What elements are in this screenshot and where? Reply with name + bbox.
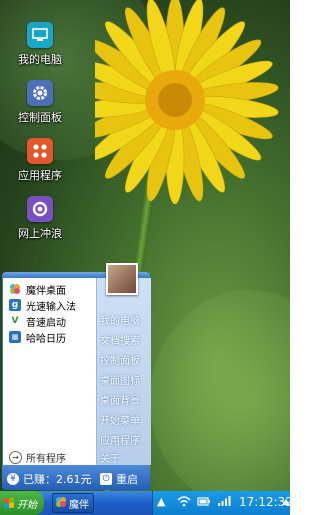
system-tray: ▲ 17:12:32 — [152, 491, 290, 515]
taskbar-app-label: 魔伴 — [69, 499, 89, 511]
desktop-icon-web-surfing[interactable]: 网上冲浪 — [10, 196, 70, 241]
right-item-applications[interactable]: 应用程序 — [100, 432, 140, 447]
desktop-icon-control-panel[interactable]: 控制面板 — [10, 80, 70, 125]
menu-item-haha-calendar[interactable]: ▦ 哈哈日历 — [9, 329, 66, 345]
start-menu: 魔伴桌面 g 光速输入法 V 音速启动 ▦ 哈哈日历 → 所有程序 我的电脑 文… — [2, 263, 151, 490]
menu-item-label: 音速启动 — [26, 317, 66, 329]
menu-item-label: 魔伴桌面 — [26, 285, 66, 297]
flower-core — [158, 83, 192, 117]
power-icon: ⏻ — [100, 473, 112, 485]
right-item-my-computer[interactable]: 我的电脑 — [100, 312, 140, 327]
menu-item-sonic-launch[interactable]: V 音速启动 — [9, 313, 66, 329]
arrow-right-icon: → — [9, 451, 22, 464]
battery-icon[interactable] — [197, 495, 211, 510]
calendar-icon: ▦ — [9, 331, 21, 343]
desktop-screen: 我的电脑 控制面板 应用程序 网上冲浪 魔伴桌面 g 光速输入法 V 音速启动 … — [0, 0, 290, 515]
right-item-control-panel[interactable]: 控制面板 — [100, 352, 140, 367]
taskbar: 开始 魔伴 ▲ 17:12:32 — [0, 491, 290, 515]
start-menu-footer: ¥ 已赚：2.61元 ⏻ 重启 — [2, 465, 150, 490]
all-programs-button[interactable]: → 所有程序 — [9, 450, 66, 465]
desktop-icon-applications[interactable]: 应用程序 — [10, 138, 70, 183]
pinwheel-icon — [9, 283, 21, 295]
right-item-desktop-background[interactable]: 桌面背景 — [100, 392, 140, 407]
menu-item-label: 光速输入法 — [26, 301, 76, 313]
menu-item-lightspeed-input[interactable]: g 光速输入法 — [9, 297, 76, 313]
desktop-icon-label: 网上冲浪 — [18, 227, 62, 240]
gear-icon — [27, 80, 53, 106]
windows-logo-icon — [4, 497, 14, 509]
restart-button[interactable]: ⏻ 重启 — [100, 471, 138, 487]
earnings-label: 已赚：2.61元 — [23, 473, 92, 486]
all-programs-label: 所有程序 — [26, 454, 66, 465]
right-item-start-menu[interactable]: 开始菜单 — [100, 412, 140, 427]
signal-icon[interactable] — [217, 495, 231, 510]
desktop-icon-my-computer[interactable]: 我的电脑 — [10, 22, 70, 67]
earnings-display: ¥ 已赚：2.61元 — [7, 471, 92, 487]
wallpaper-flower — [95, 0, 279, 205]
show-desktop-icon[interactable] — [282, 499, 290, 505]
right-item-desktop-icons[interactable]: 桌面图标 — [100, 372, 140, 387]
pinwheel-icon — [55, 496, 67, 511]
monitor-icon — [27, 22, 53, 48]
start-label: 开始 — [17, 499, 37, 511]
desktop-icon-label: 我的电脑 — [18, 53, 62, 66]
wifi-icon[interactable] — [177, 495, 191, 510]
wallpaper-blur — [150, 290, 290, 510]
coin-icon: ¥ — [7, 473, 19, 485]
taskbar-app-moban[interactable]: 魔伴 — [52, 493, 94, 513]
right-item-doc-search[interactable]: 文档搜索 — [100, 332, 140, 347]
browser-icon — [27, 196, 53, 222]
v-launcher-icon: V — [11, 316, 19, 326]
menu-item-label: 哈哈日历 — [26, 333, 66, 345]
apps-icon — [27, 138, 53, 164]
user-avatar[interactable] — [106, 263, 138, 295]
restart-label: 重启 — [116, 473, 138, 486]
right-item-about[interactable]: 关于 — [100, 450, 120, 465]
desktop-icon-label: 应用程序 — [18, 169, 62, 182]
desktop-icon-label: 控制面板 — [18, 111, 62, 124]
menu-item-moban-desktop[interactable]: 魔伴桌面 — [9, 281, 66, 297]
keyboard-g-icon: g — [9, 299, 21, 311]
tray-expand-icon[interactable]: ▲ — [157, 495, 165, 508]
start-button[interactable]: 开始 — [0, 491, 44, 515]
start-menu-pinned-pane: 魔伴桌面 g 光速输入法 V 音速启动 ▦ 哈哈日历 → 所有程序 — [2, 278, 97, 465]
